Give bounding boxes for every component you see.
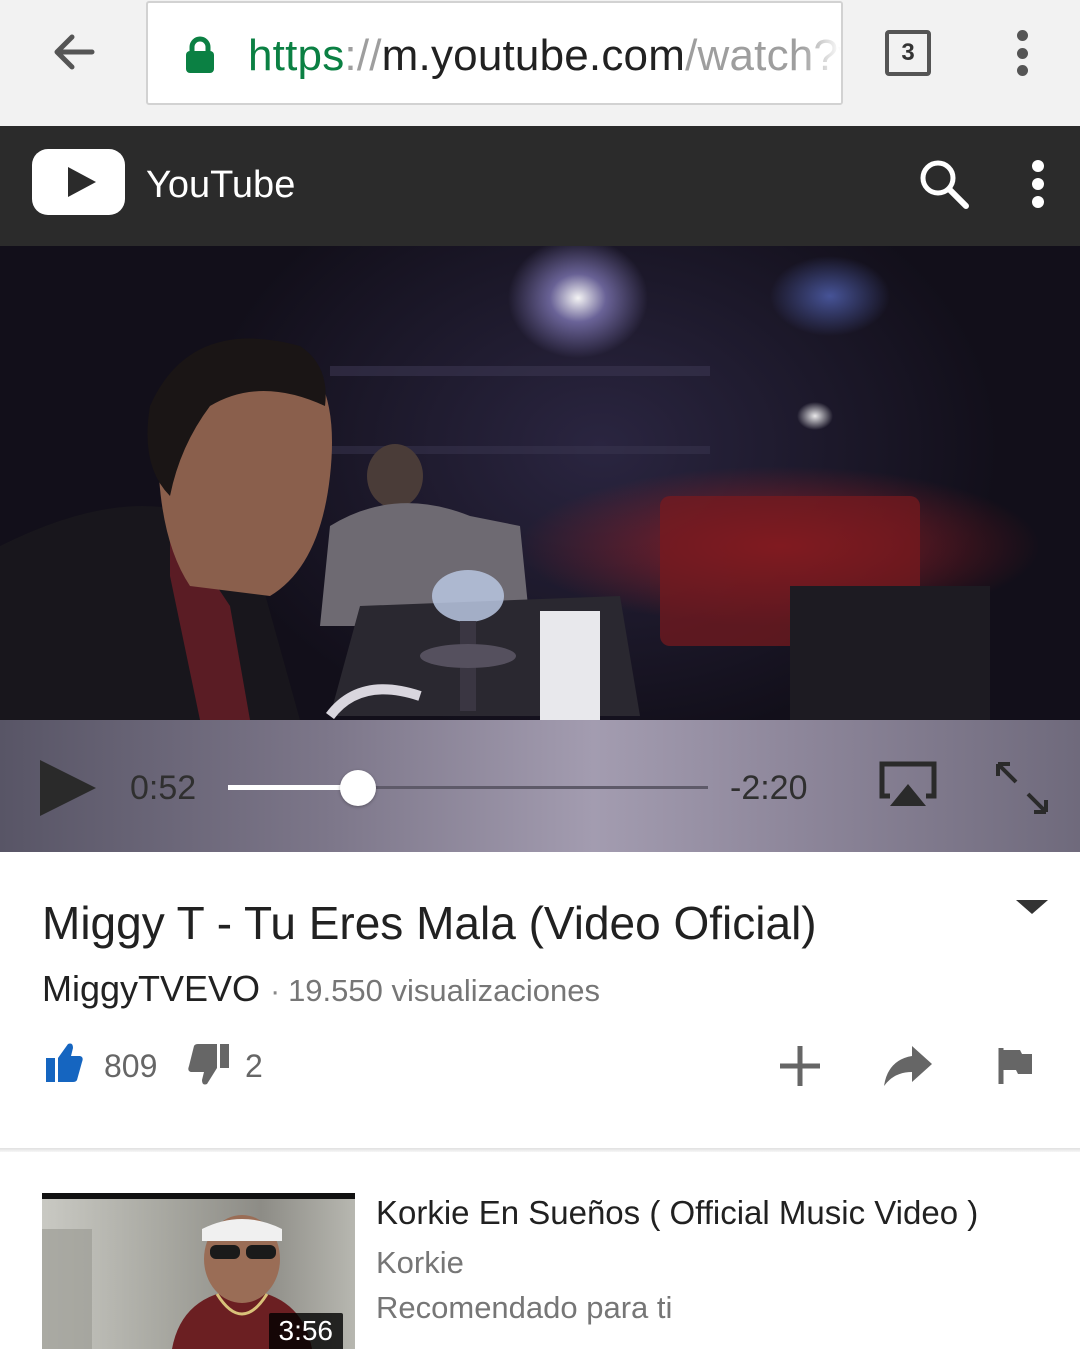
menu-dot xyxy=(1032,196,1044,208)
section-divider xyxy=(0,1148,1080,1152)
menu-dot xyxy=(1016,65,1028,76)
play-icon[interactable] xyxy=(40,760,96,816)
seek-handle[interactable] xyxy=(339,770,376,806)
youtube-header: YouTube xyxy=(0,126,1080,246)
expand-description-icon[interactable] xyxy=(1016,900,1048,914)
remaining-time: -2:20 xyxy=(730,769,808,807)
back-arrow-icon xyxy=(54,34,95,70)
url-host: m.youtube.com xyxy=(381,31,686,80)
seek-bar-progress xyxy=(228,785,358,790)
flag-icon[interactable] xyxy=(998,1046,1034,1086)
video-meta: MiggyTVEVO · 19.550 visualizaciones xyxy=(42,966,600,1020)
search-icon[interactable] xyxy=(918,158,970,210)
url-separator: :// xyxy=(344,31,382,80)
recommended-channel: Korkie xyxy=(376,1245,464,1280)
add-to-playlist-icon[interactable] xyxy=(778,1044,822,1088)
menu-dot xyxy=(1032,178,1044,190)
lock-icon xyxy=(186,36,214,73)
player-controls: 0:52 -2:20 xyxy=(0,720,1080,852)
address-bar[interactable]: https://m.youtube.com/watch?v xyxy=(146,1,843,105)
fullscreen-icon[interactable] xyxy=(994,760,1050,816)
airplay-icon[interactable] xyxy=(878,760,938,810)
video-title: Miggy T - Tu Eres Mala (Video Oficial) xyxy=(42,897,817,949)
recommended-title[interactable]: Korkie En Sueños ( Official Music Video … xyxy=(376,1192,978,1234)
play-triangle xyxy=(67,167,96,197)
url-scheme: https xyxy=(248,31,345,80)
channel-name[interactable]: MiggyTVEVO xyxy=(42,968,260,1009)
video-duration: 3:56 xyxy=(268,1313,343,1349)
header-menu-button[interactable] xyxy=(1026,160,1050,208)
dislike-icon[interactable] xyxy=(183,1042,231,1088)
recommended-thumbnail[interactable]: 3:56 xyxy=(42,1193,355,1349)
youtube-logo-icon[interactable] xyxy=(32,149,125,215)
share-icon[interactable] xyxy=(882,1044,934,1088)
url-fade xyxy=(801,3,841,103)
video-player[interactable]: 0:52 -2:20 xyxy=(0,246,1080,852)
elapsed-time: 0:52 xyxy=(130,769,197,807)
like-count: 809 xyxy=(104,1048,158,1084)
tab-switcher-button[interactable]: 3 xyxy=(885,30,931,76)
vertical-dots-icon xyxy=(1032,160,1044,172)
url-text: https://m.youtube.com/watch?v xyxy=(248,28,841,84)
like-icon[interactable] xyxy=(44,1040,84,1084)
view-count: 19.550 visualizaciones xyxy=(288,973,600,1008)
recommendation-reason: Recomendado para ti xyxy=(376,1290,673,1325)
dislike-count: 2 xyxy=(245,1048,263,1084)
video-frame xyxy=(0,338,990,720)
seek-bar[interactable] xyxy=(228,770,708,806)
back-button[interactable] xyxy=(44,22,104,82)
browser-toolbar: https://m.youtube.com/watch?v 3 xyxy=(0,0,1080,126)
header-title: YouTube xyxy=(146,164,296,206)
browser-menu-button[interactable] xyxy=(1008,30,1036,76)
vertical-dots-icon xyxy=(1016,30,1028,41)
menu-dot xyxy=(1016,47,1028,59)
meta-separator: · xyxy=(270,975,281,1008)
